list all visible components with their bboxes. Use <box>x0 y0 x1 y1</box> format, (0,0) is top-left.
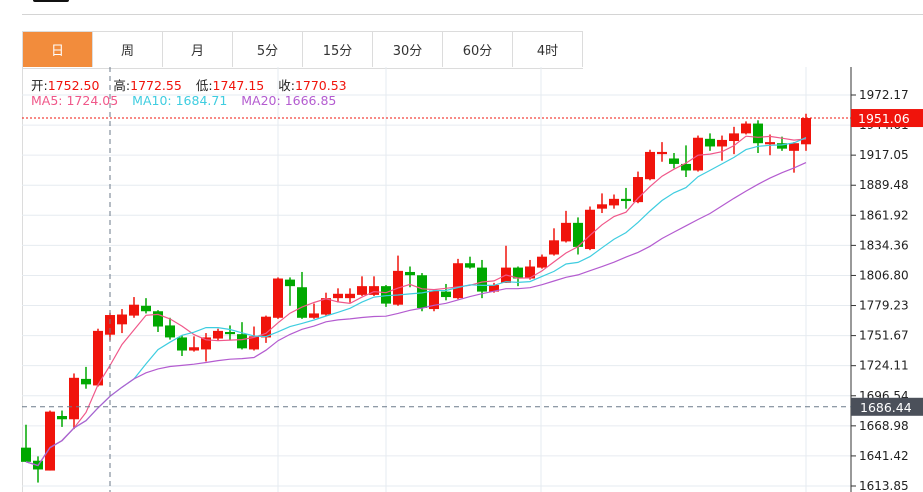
last-price-label: 1951.06 <box>858 111 910 126</box>
high-value: 1772.55 <box>130 78 182 93</box>
candle-down <box>285 279 295 287</box>
y-tick-label: 1889.48 <box>859 178 909 192</box>
candle-down <box>753 123 763 144</box>
close-value: 1770.53 <box>294 78 347 93</box>
candle-up <box>729 133 739 142</box>
candle-up <box>453 263 463 299</box>
candle-up <box>345 293 355 299</box>
candle-up <box>801 118 811 145</box>
candle-up <box>525 266 535 279</box>
ma20-line <box>25 162 807 467</box>
y-tick-label: 1834.36 <box>859 238 909 252</box>
candle-down <box>705 138 715 147</box>
y-tick-label: 1641.42 <box>859 449 909 463</box>
candle-up <box>213 330 223 339</box>
candle-down <box>417 275 427 308</box>
y-tick-label: 1861.92 <box>859 208 909 222</box>
open-label: 开: <box>31 78 48 93</box>
candle-down <box>177 337 187 351</box>
ma-legend: MA5: 1724.05 MA10: 1684.71 MA20: 1666.85 <box>31 93 346 108</box>
candle-up <box>645 151 655 180</box>
candle-down <box>441 291 451 298</box>
ma10-legend: MA10: 1684.71 <box>132 93 228 108</box>
candle-up <box>585 209 595 250</box>
open-value: 1752.50 <box>47 78 100 93</box>
candle-up <box>357 286 367 295</box>
candle-up <box>789 143 799 151</box>
y-tick-label: 1779.23 <box>859 299 909 313</box>
candle-down <box>57 415 67 420</box>
crosshair-price-label: 1686.44 <box>860 400 912 415</box>
candle-up <box>765 142 775 145</box>
low-value: 1747.15 <box>212 78 265 93</box>
candle-up <box>657 151 667 155</box>
candle-down <box>225 331 235 335</box>
candle-up <box>273 278 283 318</box>
candle-up <box>93 330 103 386</box>
ma5-legend: MA5: 1724.05 <box>31 93 119 108</box>
candle-up <box>609 198 619 206</box>
candle-up <box>189 347 199 351</box>
y-tick-label: 1751.67 <box>859 329 909 343</box>
y-tick-label: 1668.98 <box>859 419 909 433</box>
candle-down <box>465 263 475 268</box>
low-label: 低: <box>195 78 213 93</box>
candle-up <box>45 411 55 471</box>
candle-down <box>669 158 679 164</box>
candle-down <box>153 311 163 327</box>
candle-up <box>537 256 547 268</box>
ohlc-info: 开:1752.50 高:1772.55 低:1747.15 收:1770.53 <box>31 75 357 94</box>
candle-up <box>117 314 127 325</box>
y-tick-label: 1917.05 <box>859 148 909 162</box>
candle-down <box>81 378 91 385</box>
candle-down <box>381 286 391 304</box>
y-tick-label: 1613.85 <box>859 479 909 492</box>
candle-down <box>165 325 175 338</box>
candle-up <box>561 222 571 242</box>
y-tick-label: 1724.11 <box>859 359 909 373</box>
ma10-line <box>25 137 807 467</box>
candle-up <box>741 123 751 134</box>
candle-up <box>333 293 343 299</box>
candle-up <box>693 137 703 171</box>
candle-down <box>621 198 631 202</box>
candlestick-chart[interactable]: 1972.171944.611917.051889.481861.921834.… <box>0 0 923 492</box>
y-tick-label: 1806.80 <box>859 268 909 282</box>
candle-up <box>549 240 559 255</box>
candle-down <box>21 447 31 462</box>
close-label: 收: <box>278 78 295 93</box>
candle-down <box>141 305 151 312</box>
candle-down <box>297 287 307 318</box>
candle-up <box>129 304 139 316</box>
ma20-legend: MA20: 1666.85 <box>241 93 337 108</box>
candle-down <box>237 334 247 349</box>
y-tick-label: 1972.17 <box>859 88 909 102</box>
candle-up <box>309 313 319 318</box>
candle-up <box>69 377 79 420</box>
candle-down <box>477 267 487 292</box>
candle-up <box>597 204 607 209</box>
candle-up <box>321 298 331 315</box>
high-label: 高: <box>113 78 131 93</box>
candle-down <box>405 271 415 276</box>
candle-up <box>717 139 727 147</box>
